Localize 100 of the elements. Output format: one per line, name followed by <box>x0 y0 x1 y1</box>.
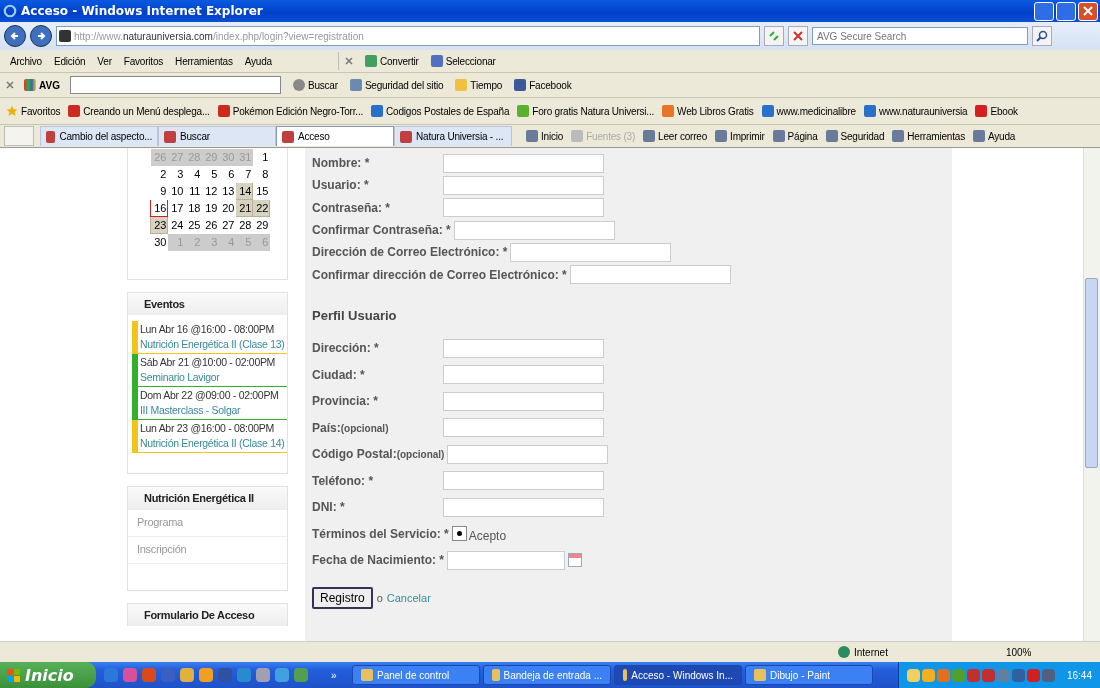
taskbar-button[interactable]: Dibujo - Paint <box>745 665 873 685</box>
calendar-day[interactable]: 3 <box>167 165 185 183</box>
toolbar-button[interactable]: Tiempo <box>449 79 509 91</box>
input-field[interactable] <box>447 444 609 464</box>
favorite-link[interactable]: www.naturauniversia <box>860 105 972 117</box>
close-icon[interactable] <box>6 81 14 89</box>
menu-item[interactable]: Archivo <box>4 55 48 67</box>
toolbar-search-button[interactable]: Buscar <box>286 79 344 91</box>
favorites-button[interactable]: Favoritos <box>2 105 65 117</box>
taskbar-button[interactable]: Acceso - Windows In... <box>614 665 742 685</box>
tray-icon[interactable] <box>966 668 980 682</box>
address-field[interactable]: http://www.naturauniversia.com/index.php/login?view=registration <box>56 26 760 46</box>
back-button[interactable] <box>4 25 26 47</box>
command-button[interactable]: Ayuda <box>968 130 1020 142</box>
browser-tab[interactable]: Acceso <box>276 126 394 146</box>
event-link[interactable]: III Masterclass - Solgar <box>140 403 285 418</box>
calendar-day[interactable]: 9 <box>150 182 168 200</box>
input-field[interactable] <box>443 497 604 517</box>
menu-item[interactable]: Favoritos <box>117 55 170 67</box>
input-field[interactable] <box>443 418 604 438</box>
input-field[interactable] <box>443 338 604 358</box>
register-button[interactable]: Registro <box>312 587 373 610</box>
input-field[interactable] <box>443 365 604 385</box>
forward-button[interactable] <box>30 25 52 47</box>
stop-button[interactable] <box>788 26 808 46</box>
toolbar-button[interactable]: Seleccionar <box>424 55 502 67</box>
menu-item[interactable]: Ver <box>91 55 118 67</box>
close-icon[interactable] <box>344 57 353 65</box>
date-field[interactable] <box>447 550 566 570</box>
input-field[interactable] <box>443 175 604 195</box>
calendar-day[interactable]: 29 <box>252 216 270 234</box>
favorite-link[interactable]: Pokémon Edición Negro-Torr... <box>213 105 368 117</box>
event-link[interactable]: Nutrición Energética II (Clase 13) <box>140 337 285 352</box>
tray-icon[interactable] <box>906 668 920 682</box>
search-button[interactable] <box>1032 26 1052 46</box>
taskbar-button[interactable]: Panel de control <box>352 665 480 685</box>
favorite-link[interactable]: Foro gratis Natura Universi... <box>513 105 659 117</box>
quick-launch-icon[interactable] <box>275 668 289 682</box>
calendar-day[interactable]: 13 <box>218 182 236 200</box>
command-button[interactable]: Inicio <box>522 130 568 142</box>
favorite-link[interactable]: www.medicinalibre <box>757 105 860 117</box>
calendar-day[interactable]: 18 <box>184 199 202 217</box>
close-button[interactable] <box>1078 1 1098 21</box>
calendar-day[interactable]: 17 <box>167 199 185 217</box>
quick-launch-icon[interactable] <box>142 668 156 682</box>
quick-tabs-button[interactable] <box>4 126 34 146</box>
quick-launch-icon[interactable] <box>180 668 194 682</box>
search-field[interactable]: AVG Secure Search <box>812 27 1028 45</box>
input-field[interactable] <box>443 471 604 491</box>
tray-icon[interactable] <box>996 668 1010 682</box>
refresh-button[interactable] <box>764 26 784 46</box>
calendar-day[interactable]: 16 <box>150 199 168 217</box>
command-button[interactable]: Imprimir <box>711 130 769 142</box>
favorite-link[interactable]: Ebook <box>971 105 1022 117</box>
calendar-day[interactable]: 8 <box>252 165 270 183</box>
menu-item[interactable]: Ayuda <box>238 55 278 67</box>
scrollbar[interactable] <box>1083 148 1100 641</box>
calendar-day[interactable]: 24 <box>167 216 185 234</box>
input-field[interactable] <box>453 220 615 240</box>
calendar-icon[interactable] <box>568 553 583 568</box>
calendar-day[interactable]: 30 <box>150 233 168 251</box>
command-button[interactable]: Página <box>768 130 822 142</box>
toolbar-button[interactable]: Facebook <box>508 79 578 91</box>
input-field[interactable] <box>569 265 731 285</box>
calendar-day[interactable]: 11 <box>184 182 202 200</box>
menu-item[interactable]: Herramientas <box>169 55 239 67</box>
calendar-day[interactable]: 7 <box>235 165 253 183</box>
event-link[interactable]: Seminario Lavigor <box>140 370 285 385</box>
tray-icon[interactable] <box>981 668 995 682</box>
tray-icon[interactable] <box>1026 668 1040 682</box>
tray-icon[interactable] <box>1041 668 1055 682</box>
tray-icon[interactable] <box>921 668 935 682</box>
command-button[interactable]: Leer correo <box>639 130 712 142</box>
tray-icon[interactable] <box>936 668 950 682</box>
tray-icon[interactable] <box>951 668 965 682</box>
quick-launch-icon[interactable] <box>104 668 118 682</box>
quick-launch-icon[interactable] <box>294 668 308 682</box>
zoom-button[interactable]: 100% <box>1005 646 1032 658</box>
input-field[interactable] <box>510 242 672 262</box>
command-button[interactable]: Herramientas <box>888 130 969 142</box>
calendar-day[interactable]: 25 <box>184 216 202 234</box>
toolbar-button[interactable]: Seguridad del sitio <box>343 79 450 91</box>
calendar-day[interactable]: 28 <box>235 216 253 234</box>
browser-tab[interactable]: Cambio del aspecto... <box>40 126 158 146</box>
quick-launch-icon[interactable] <box>218 668 232 682</box>
toolbar-search-field[interactable] <box>69 76 281 94</box>
quick-launch-icon[interactable] <box>256 668 270 682</box>
quick-launch-icon[interactable] <box>161 668 175 682</box>
command-button[interactable]: Seguridad <box>821 130 889 142</box>
input-field[interactable] <box>443 153 604 173</box>
minimize-button[interactable] <box>1034 1 1054 21</box>
quick-launch-icon[interactable] <box>123 668 137 682</box>
calendar-day[interactable]: 15 <box>252 182 270 200</box>
avg-logo[interactable]: AVG <box>20 79 70 91</box>
cancel-link[interactable]: Cancelar <box>386 592 431 605</box>
calendar-day[interactable]: 2 <box>150 165 168 183</box>
browser-tab[interactable]: Buscar <box>158 126 276 146</box>
favorite-link[interactable]: Codigos Postales de España <box>367 105 514 117</box>
input-field[interactable] <box>443 198 604 218</box>
calendar-day[interactable]: 4 <box>184 165 202 183</box>
